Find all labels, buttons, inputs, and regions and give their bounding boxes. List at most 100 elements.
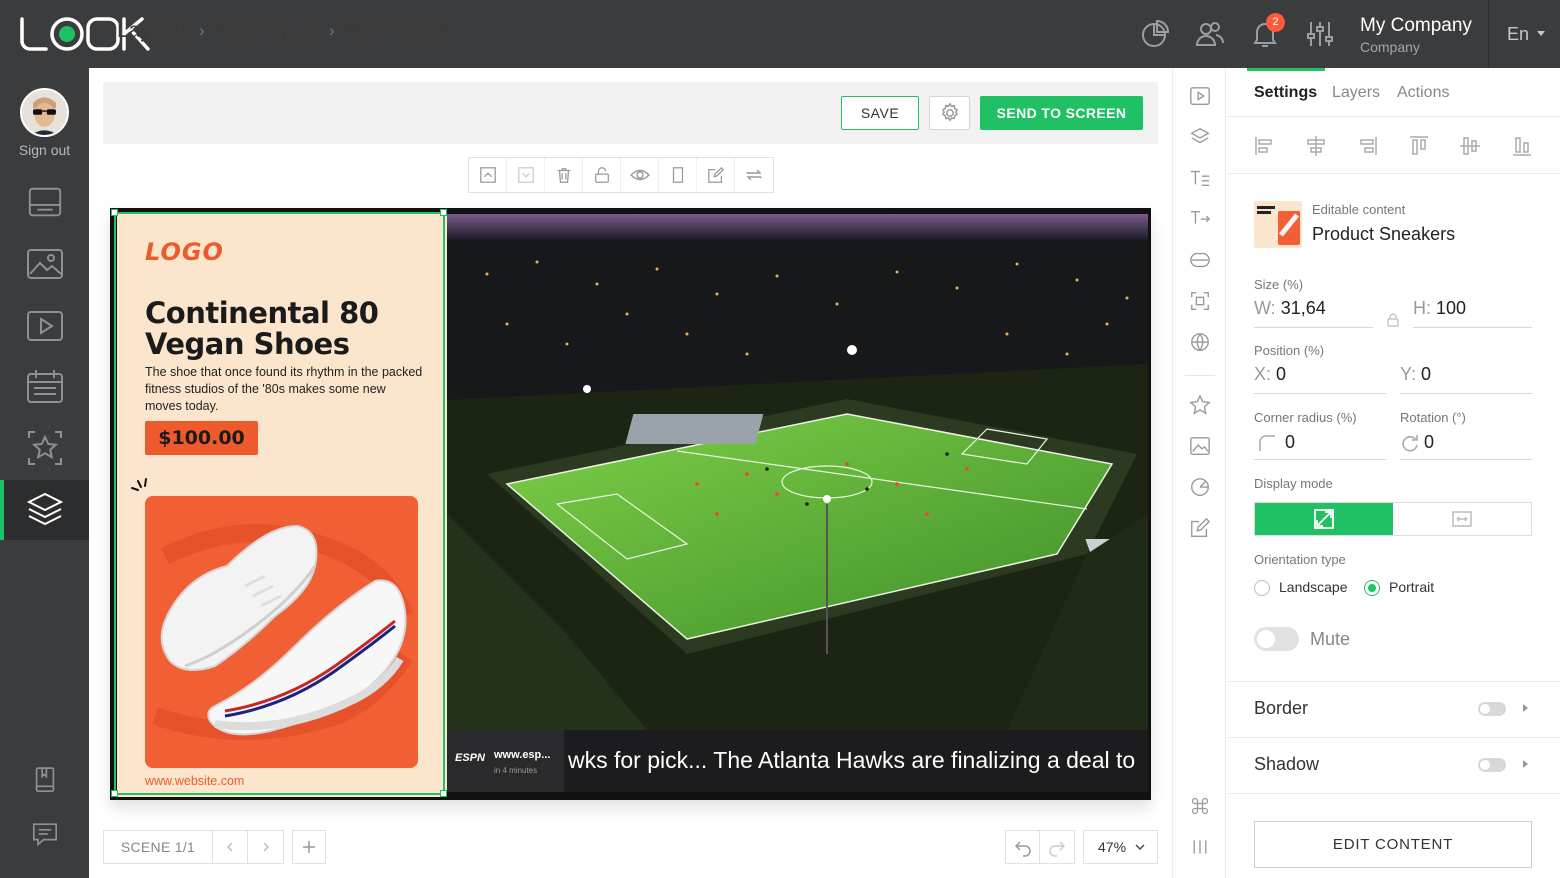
news-ticker[interactable]: ESPN www.esp... in 4 minutes wks for pic… [447, 730, 1148, 792]
add-widget-tool[interactable] [1188, 475, 1212, 499]
height-value: 100 [1436, 298, 1467, 318]
orientation-portrait-label[interactable]: Portrait [1389, 579, 1434, 595]
align-bottom-icon[interactable] [1510, 134, 1534, 158]
display-mode-stretch[interactable] [1255, 503, 1393, 535]
bring-forward-button[interactable] [469, 158, 507, 192]
tab-settings[interactable]: Settings [1254, 84, 1317, 102]
notification-badge: 2 [1266, 13, 1285, 32]
play-icon [1190, 87, 1210, 105]
align-left-icon[interactable] [1253, 134, 1277, 158]
add-text-tool[interactable] [1188, 166, 1212, 190]
resize-handle[interactable] [440, 209, 447, 216]
resize-handle[interactable] [111, 209, 118, 216]
shadow-toggle[interactable] [1478, 758, 1506, 772]
align-right-icon[interactable] [1355, 134, 1379, 158]
breadcrumb-layouts[interactable]: Layouts [117, 19, 191, 43]
display-mode-fit[interactable] [1393, 503, 1531, 535]
tab-actions[interactable]: Actions [1397, 84, 1449, 102]
corner-radius-field[interactable]: 0 [1254, 430, 1386, 460]
orientation-landscape-radio[interactable] [1254, 580, 1270, 596]
border-toggle[interactable] [1478, 702, 1506, 716]
stadium-video[interactable] [447, 214, 1148, 730]
portrait-button[interactable] [659, 158, 697, 192]
align-center-horizontal-icon[interactable] [1304, 134, 1328, 158]
undo-button[interactable] [1006, 831, 1040, 863]
avatar[interactable] [20, 88, 69, 137]
settings-sliders-icon[interactable] [1304, 18, 1336, 50]
edit-content-button[interactable]: EDIT CONTENT [1254, 821, 1532, 868]
chevron-down-icon [1135, 844, 1145, 850]
next-scene-button[interactable] [248, 831, 283, 863]
mute-toggle[interactable] [1254, 627, 1299, 651]
add-scene-button[interactable] [292, 830, 326, 864]
corner-radius-icon [1259, 435, 1275, 451]
scene-counter: SCENE 1/1 [104, 831, 213, 863]
rotation-field[interactable]: 0 [1400, 430, 1532, 460]
visibility-button[interactable] [621, 158, 659, 192]
gear-icon [941, 102, 958, 122]
delete-button[interactable] [545, 158, 583, 192]
edit-icon [707, 166, 724, 183]
redo-button[interactable] [1040, 831, 1074, 863]
align-center-vertical-icon[interactable] [1458, 134, 1482, 158]
users-icon[interactable] [1194, 18, 1226, 50]
add-shape-tool[interactable] [1188, 248, 1212, 272]
collapse-panel-button[interactable] [1188, 835, 1212, 859]
unlock-icon [594, 167, 609, 183]
sidebar-item-screens[interactable] [0, 173, 89, 233]
resize-handle[interactable] [440, 790, 447, 797]
zoom-select[interactable]: 47% [1083, 830, 1158, 864]
ticker-source: www.esp... [494, 749, 551, 761]
globe-icon [1191, 333, 1209, 352]
chevron-right-icon[interactable] [1523, 760, 1528, 768]
add-playlist-tool[interactable] [1188, 125, 1212, 149]
orientation-portrait-radio[interactable] [1364, 580, 1380, 596]
add-image-tool[interactable] [1188, 434, 1212, 458]
undo-icon [1014, 841, 1031, 857]
company-switcher[interactable]: My Company Company [1360, 15, 1472, 56]
trash-icon [557, 168, 570, 183]
y-field[interactable]: Y: 0 [1400, 364, 1532, 394]
add-template-tool[interactable] [1188, 393, 1212, 417]
x-field[interactable]: X: 0 [1254, 364, 1386, 394]
edit-button[interactable] [697, 158, 735, 192]
tab-layers[interactable]: Layers [1332, 84, 1380, 102]
resize-handle[interactable] [111, 790, 118, 797]
align-top-icon[interactable] [1407, 134, 1431, 158]
sidebar-item-chat[interactable] [0, 804, 89, 864]
add-ticker-tool[interactable] [1188, 207, 1212, 231]
send-to-screen-button[interactable]: SEND TO SCREEN [980, 96, 1143, 130]
breadcrumb-new-layout[interactable]: New layout [214, 19, 318, 43]
chevron-right-icon[interactable] [1523, 704, 1528, 712]
sidebar-item-media[interactable] [0, 234, 89, 294]
send-backward-button[interactable] [507, 158, 545, 192]
height-field[interactable]: H: 100 [1413, 298, 1532, 328]
save-button[interactable]: SAVE [841, 96, 919, 130]
sidebar-item-docs[interactable] [0, 750, 89, 810]
language-selector[interactable]: En [1507, 24, 1529, 45]
x-prefix: X: [1254, 364, 1272, 384]
width-field[interactable]: W: 31,64 [1254, 298, 1373, 328]
shortcuts-button[interactable] [1188, 794, 1212, 818]
previous-scene-button[interactable] [213, 831, 248, 863]
company-name: My Company [1360, 15, 1472, 36]
sidebar-item-playlists[interactable] [0, 296, 89, 356]
analytics-icon[interactable] [1139, 18, 1171, 50]
lock-button[interactable] [583, 158, 621, 192]
replace-button[interactable] [735, 158, 773, 192]
add-web-tool[interactable] [1188, 330, 1212, 354]
sign-out-link[interactable]: Sign out [0, 142, 89, 158]
editable-content-label: Editable content [1312, 202, 1406, 217]
chevron-left-icon [226, 842, 233, 852]
lock-ratio-icon[interactable] [1387, 313, 1399, 327]
add-qr-tool[interactable] [1188, 289, 1212, 313]
shadow-section-label[interactable]: Shadow [1254, 754, 1319, 775]
border-section-label[interactable]: Border [1254, 698, 1308, 719]
add-video-tool[interactable] [1188, 84, 1212, 108]
orientation-landscape-label[interactable]: Landscape [1279, 579, 1348, 595]
sidebar-item-layouts[interactable] [0, 480, 89, 540]
add-editable-tool[interactable] [1188, 516, 1212, 540]
sidebar-item-templates[interactable] [0, 418, 89, 478]
layout-settings-button[interactable] [929, 96, 970, 130]
sidebar-item-schedule[interactable] [0, 357, 89, 417]
